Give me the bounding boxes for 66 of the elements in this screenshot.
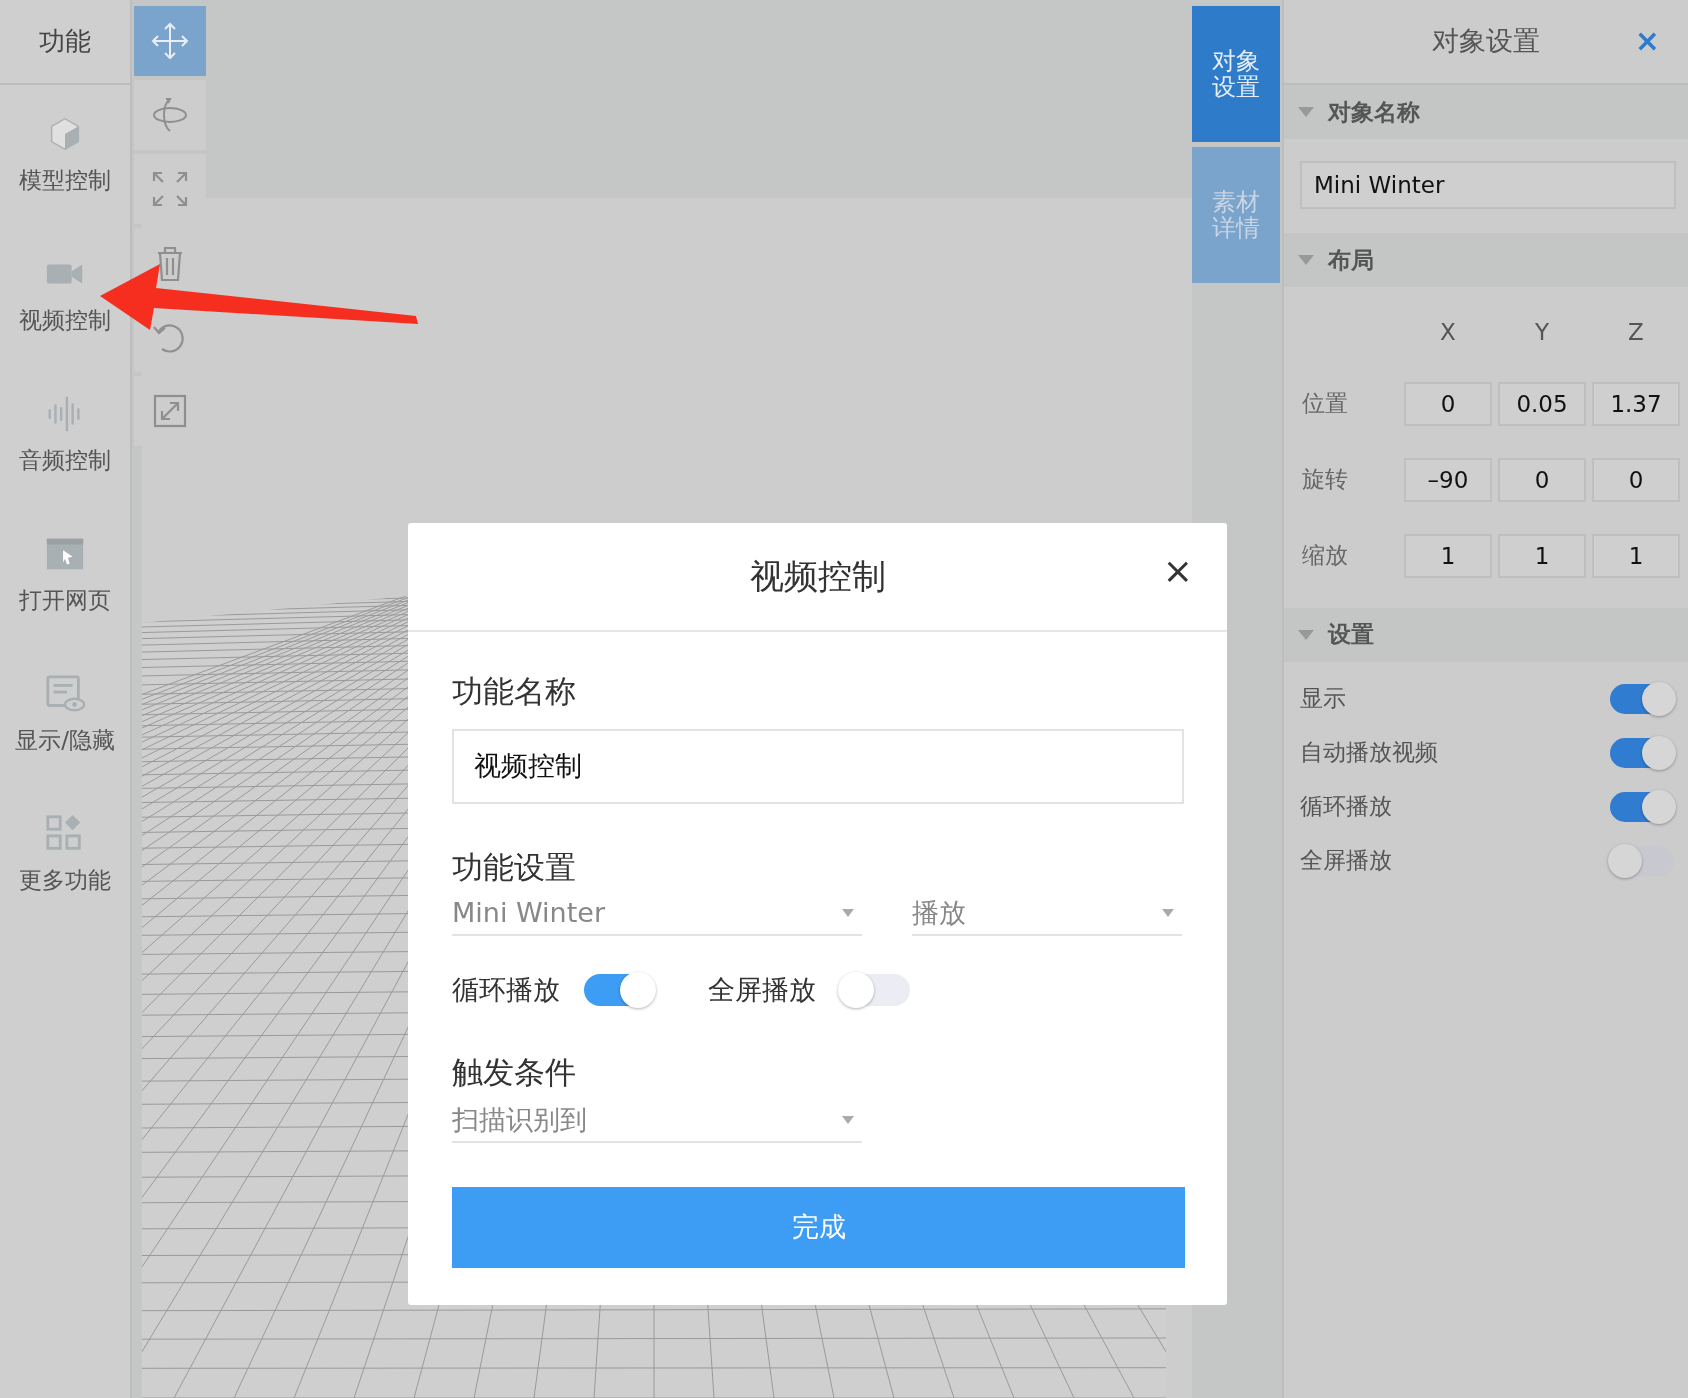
- name-field[interactable]: Mini Winter: [1300, 161, 1676, 209]
- number-field[interactable]: 1: [1404, 533, 1492, 578]
- sidebar-item[interactable]: 打开网页: [0, 505, 130, 645]
- toggle-switch[interactable]: [840, 974, 910, 1007]
- close-button[interactable]: ×: [1634, 26, 1660, 56]
- tool-button[interactable]: [134, 80, 206, 150]
- number-field[interactable]: 0: [1404, 381, 1492, 426]
- number-field[interactable]: 0.05: [1498, 381, 1586, 426]
- row-label: 位置: [1302, 389, 1349, 419]
- section-header[interactable]: 设置: [1284, 607, 1688, 662]
- toggle-label: 全屏播放: [708, 973, 816, 1007]
- sidebar-item[interactable]: 更多功能: [0, 785, 130, 925]
- resize-corners-icon: [150, 169, 190, 209]
- number-field[interactable]: 0: [1498, 457, 1586, 502]
- sidebar-item-label: 打开网页: [19, 585, 111, 615]
- section-header[interactable]: 对象名称: [1284, 85, 1688, 139]
- close-button[interactable]: ×: [1162, 553, 1193, 589]
- toggle-label: 循环播放: [1300, 792, 1392, 822]
- sidebar-item-label: 模型控制: [19, 165, 111, 195]
- toggle-switch[interactable]: [1610, 683, 1674, 714]
- number-field[interactable]: 1.37: [1592, 381, 1680, 426]
- toggle-switch[interactable]: [584, 974, 654, 1007]
- field-label: 触发条件: [452, 1052, 577, 1092]
- input-field[interactable]: 视频控制: [452, 728, 1184, 804]
- toggle-label: 自动播放视频: [1300, 738, 1438, 768]
- caret-icon: [842, 1116, 854, 1124]
- number-field[interactable]: 1: [1592, 533, 1680, 578]
- panel-title: 对象设置: [1432, 24, 1540, 59]
- field-label: 功能设置: [452, 847, 577, 887]
- row-label: 缩放: [1302, 541, 1349, 571]
- sidebar-item-label: 音频控制: [19, 445, 111, 475]
- row-label: 旋转: [1302, 465, 1349, 495]
- tool-button[interactable]: [134, 154, 206, 224]
- caret-icon: [1298, 107, 1314, 117]
- sidebar-item[interactable]: 模型控制: [0, 85, 130, 225]
- caret-icon: [1162, 909, 1174, 917]
- sidebar-title: 功能: [0, 0, 130, 85]
- sidebar-item[interactable]: 显示/隐藏: [0, 645, 130, 785]
- sidebar-item[interactable]: 音频控制: [0, 365, 130, 505]
- axis-label: Y: [1533, 318, 1551, 347]
- toggle-switch[interactable]: [1610, 737, 1674, 768]
- section-header[interactable]: 布局: [1284, 233, 1688, 287]
- toggle-label: 全屏播放: [1300, 846, 1392, 876]
- axis-label: Z: [1627, 318, 1645, 347]
- rotate-icon: [150, 95, 190, 135]
- number-field[interactable]: –90: [1404, 457, 1492, 502]
- side-tab[interactable]: 对象设置: [1192, 6, 1280, 142]
- caret-icon: [1298, 629, 1314, 640]
- sidebar-item-label: 显示/隐藏: [15, 725, 115, 755]
- caret-icon: [1298, 255, 1314, 265]
- axis-label: X: [1439, 318, 1457, 347]
- sidebar-item[interactable]: 视频控制: [0, 225, 130, 365]
- number-field[interactable]: 1: [1498, 533, 1586, 578]
- tool-button[interactable]: [134, 6, 206, 76]
- toggle-label: 显示: [1300, 684, 1346, 714]
- dialog-title: 视频控制: [749, 555, 886, 598]
- sidebar-item-label: 视频控制: [19, 305, 111, 335]
- toggle-label: 循环播放: [452, 973, 560, 1007]
- done-button[interactable]: 完成: [452, 1187, 1185, 1268]
- toggle-switch[interactable]: [1610, 845, 1674, 876]
- caret-icon: [842, 909, 854, 917]
- field-label: 功能名称: [452, 672, 577, 711]
- toggle-switch[interactable]: [1610, 791, 1674, 822]
- move-arrows-icon: [150, 21, 190, 61]
- number-field[interactable]: 0: [1592, 457, 1680, 502]
- sidebar-item-label: 更多功能: [19, 865, 111, 895]
